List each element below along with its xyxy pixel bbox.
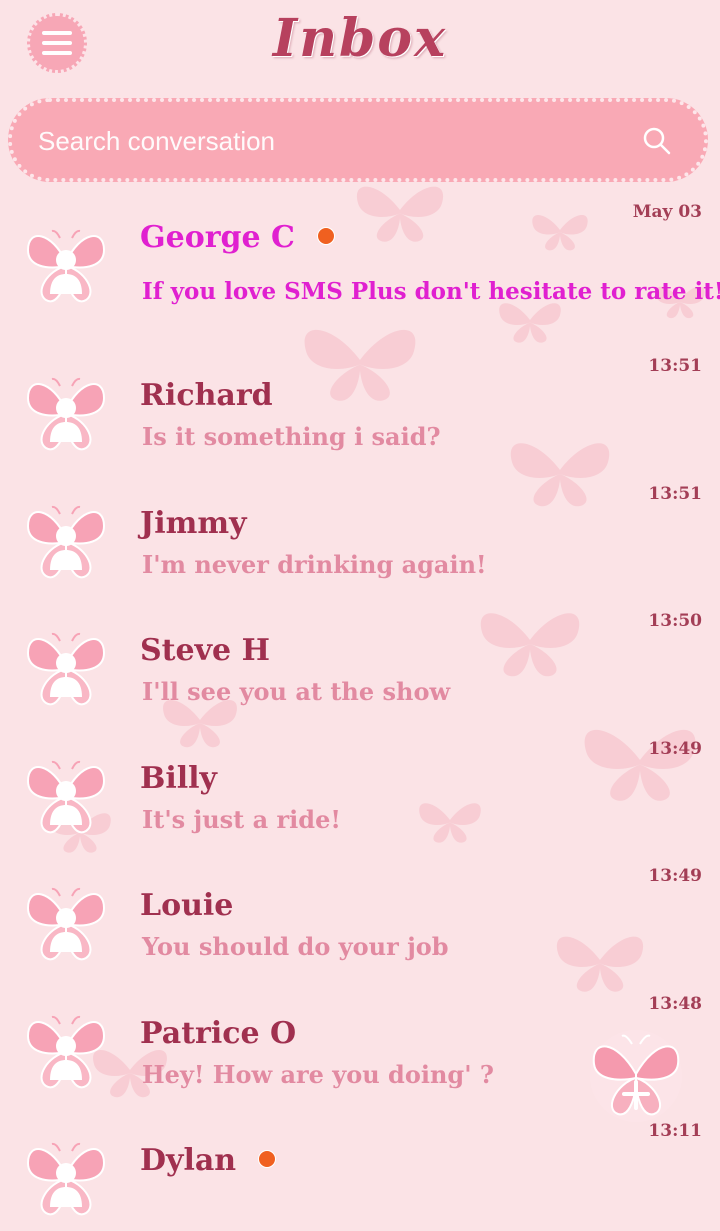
conversation-row[interactable]: 13:49 Billy It's just a ride! [0, 721, 720, 849]
search-input[interactable] [36, 120, 600, 162]
message-preview: I'm never drinking again! [142, 549, 487, 579]
contact-avatar-icon[interactable] [24, 222, 108, 306]
message-preview: You should do your job [142, 932, 449, 961]
message-time: 13:11 [648, 1121, 702, 1141]
message-time: 13:49 [648, 738, 702, 759]
conversation-row[interactable]: 13:51 Jimmy I'm never drinking again! [0, 466, 720, 594]
message-preview: It's just a ride! [142, 804, 341, 834]
contact-name: Louie [140, 888, 234, 923]
contact-name: Billy [140, 760, 217, 796]
contact-avatar-icon[interactable] [24, 880, 108, 964]
message-preview: Hey! How are you doing' ? [142, 1059, 494, 1089]
contact-avatar-icon[interactable] [24, 370, 108, 454]
contact-avatar-icon[interactable] [24, 498, 108, 582]
unread-dot-icon [316, 227, 335, 245]
message-time: 13:51 [648, 356, 702, 376]
contact-avatar-icon[interactable] [24, 1008, 108, 1092]
message-preview: I'll see you at the show [142, 677, 451, 706]
conversation-row[interactable]: 13:50 Steve H I'll see you at the show [0, 593, 720, 721]
message-time: 13:51 [648, 483, 702, 504]
compose-button[interactable] [586, 1024, 686, 1124]
contact-avatar-icon[interactable] [24, 753, 108, 837]
contact-avatar-icon[interactable] [24, 1135, 108, 1219]
search-icon[interactable] [642, 126, 672, 156]
search-bar[interactable] [8, 98, 708, 182]
contact-name: Dylan [140, 1143, 277, 1178]
conversation-row[interactable]: May 03 George C If you love SMS Plus don… [0, 192, 720, 338]
contact-name: George C [140, 220, 335, 255]
contact-name: Steve H [140, 633, 270, 668]
conversation-row[interactable]: 13:51 Richard Is it something i said? [0, 338, 720, 466]
message-preview: Is it something i said? [142, 422, 441, 451]
unread-dot-icon [258, 1150, 277, 1168]
message-time: 13:48 [648, 993, 702, 1014]
page-title: Inbox [272, 8, 448, 69]
contact-name: Jimmy [140, 505, 247, 541]
header-bar: Inbox [0, 0, 720, 90]
message-time: 13:49 [648, 866, 702, 886]
message-time: May 03 [632, 202, 702, 222]
conversation-row[interactable]: 13:49 Louie You should do your job [0, 848, 720, 976]
message-preview: If you love SMS Plus don't hesitate to r… [142, 278, 720, 305]
message-time: 13:50 [648, 611, 702, 631]
contact-avatar-icon[interactable] [24, 625, 108, 709]
contact-name: Patrice O [140, 1015, 297, 1051]
contact-name: Richard [140, 378, 273, 413]
